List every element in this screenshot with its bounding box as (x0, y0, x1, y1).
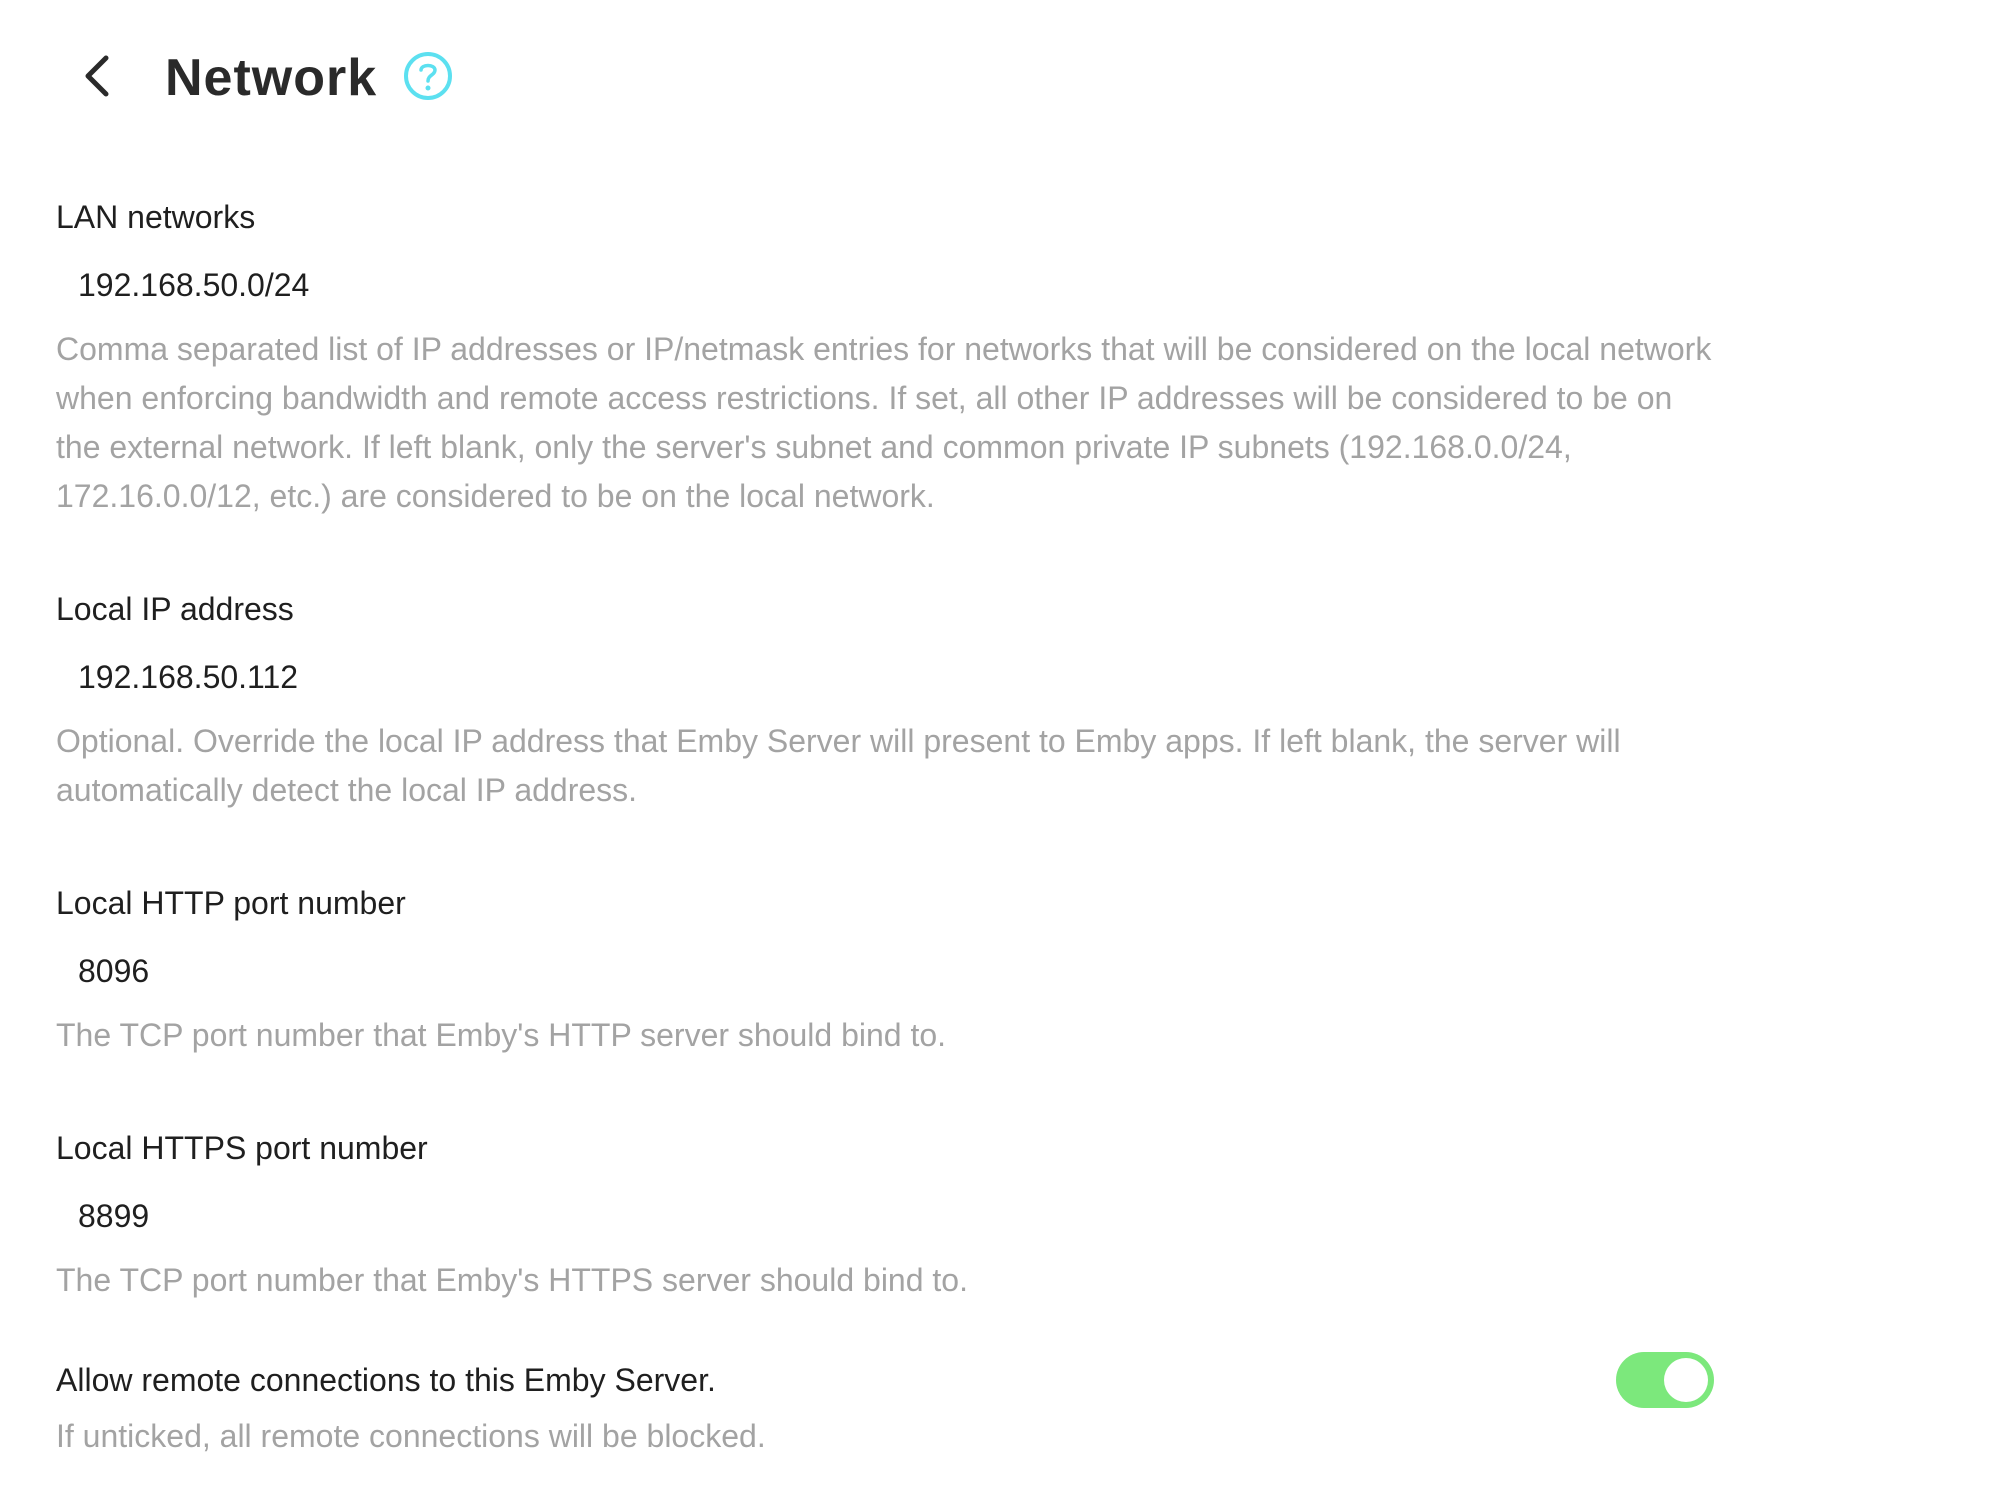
remote-connections-toggle[interactable] (1616, 1352, 1714, 1408)
local-ip-field: Local IP address Optional. Override the … (56, 587, 1716, 815)
https-port-label: Local HTTPS port number (56, 1130, 428, 1166)
https-port-field: Local HTTPS port number The TCP port num… (56, 1126, 1716, 1305)
toggle-knob (1664, 1358, 1708, 1402)
help-button[interactable] (400, 50, 456, 106)
chevron-left-icon (78, 50, 118, 107)
https-port-input[interactable] (56, 1186, 1716, 1246)
http-port-field: Local HTTP port number The TCP port numb… (56, 881, 1716, 1060)
lan-networks-label: LAN networks (56, 199, 256, 235)
question-circle-icon (402, 50, 454, 107)
http-port-description: The TCP port number that Emby's HTTP ser… (56, 1017, 947, 1053)
http-port-input[interactable] (56, 941, 1716, 1001)
lan-networks-description: Comma separated list of IP addresses or … (56, 331, 1712, 514)
local-ip-input[interactable] (56, 647, 1716, 707)
lan-networks-field: LAN networks Comma separated list of IP … (56, 195, 1716, 521)
page-header: Network (0, 0, 2014, 155)
local-ip-label: Local IP address (56, 591, 294, 627)
settings-form: LAN networks Comma separated list of IP … (56, 195, 1716, 1305)
back-button[interactable] (66, 46, 130, 110)
lan-networks-input[interactable] (56, 255, 1716, 315)
http-port-label: Local HTTP port number (56, 885, 406, 921)
remote-connections-row: Allow remote connections to this Emby Se… (56, 1352, 1716, 1458)
local-ip-description: Optional. Override the local IP address … (56, 723, 1621, 808)
https-port-description: The TCP port number that Emby's HTTPS se… (56, 1262, 968, 1298)
page-title: Network (165, 49, 378, 107)
remote-connections-label: Allow remote connections to this Emby Se… (56, 1362, 716, 1398)
remote-connections-description: If unticked, all remote connections will… (56, 1418, 766, 1454)
